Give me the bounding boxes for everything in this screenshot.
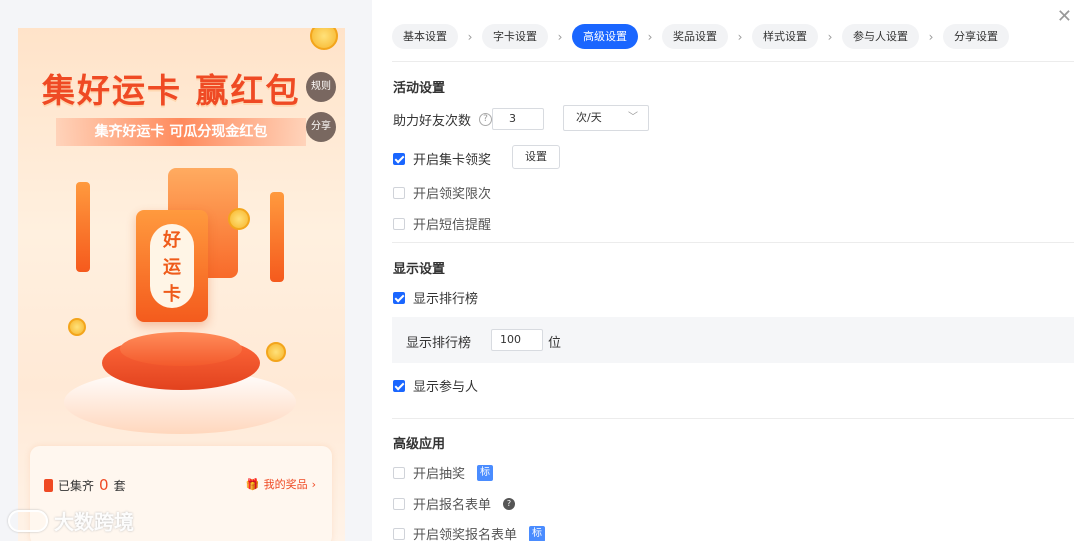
collected-status: 已集齐 0 套 <box>44 476 126 494</box>
lottery-label: 开启抽奖 <box>413 467 466 482</box>
step-style[interactable]: 样式设置 <box>752 24 818 49</box>
coin-decoration <box>266 342 286 362</box>
signup-form-label: 开启报名表单 <box>413 498 492 513</box>
share-button[interactable]: 分享 <box>306 112 336 142</box>
sms-checkbox[interactable] <box>393 217 405 230</box>
activity-section-title: 活动设置 <box>393 81 446 96</box>
help-friends-input[interactable]: 3 <box>492 108 544 130</box>
step-advanced[interactable]: 高级设置 <box>572 24 638 49</box>
display-section-title: 显示设置 <box>393 262 446 277</box>
frequency-select[interactable]: 次/天 ﹀ <box>563 105 649 131</box>
chevron-right-icon: › <box>827 29 833 44</box>
lucky-card-text: 好 运 卡 <box>150 224 194 308</box>
chevron-right-icon: › <box>557 29 563 44</box>
prize-signup-form-checkbox[interactable] <box>393 527 405 540</box>
show-participants-checkbox[interactable] <box>393 379 405 392</box>
watermark: 大数跨境 <box>8 506 134 535</box>
preview-title: 集好运卡 赢红包 <box>42 71 301 110</box>
question-icon[interactable]: ? <box>479 113 493 126</box>
advanced-section-title: 高级应用 <box>393 437 446 452</box>
gift-icon: 🎁 <box>245 477 260 491</box>
prize-limit-row[interactable]: 开启领奖限次 <box>393 183 491 202</box>
step-card[interactable]: 字卡设置 <box>482 24 548 49</box>
divider <box>392 61 1074 62</box>
show-participants-row[interactable]: 显示参与人 <box>393 376 478 395</box>
show-leaderboard-row[interactable]: 显示排行榜 <box>393 288 478 307</box>
help-friends-row: 助力好友次数 ? <box>393 110 493 129</box>
podium-top <box>120 332 242 366</box>
coin-decoration <box>310 28 338 50</box>
chevron-right-icon: › <box>647 29 653 44</box>
coin-decoration <box>228 208 250 230</box>
rules-button[interactable]: 规则 <box>306 72 336 102</box>
collect-prize-label: 开启集卡领奖 <box>413 153 492 168</box>
close-icon[interactable]: ✕ <box>1057 8 1072 26</box>
tag-badge: 标 <box>477 464 494 481</box>
chevron-right-icon: › <box>737 29 743 44</box>
divider <box>392 242 1074 243</box>
phone-preview: 集好运卡 赢红包 规则 集齐好运卡 可瓜分现金红包 分享 好 运 卡 已集齐 0… <box>18 28 345 541</box>
show-participants-label: 显示参与人 <box>413 380 479 395</box>
prize-limit-label: 开启领奖限次 <box>413 187 492 202</box>
step-basic[interactable]: 基本设置 <box>392 24 458 49</box>
chevron-right-icon: › <box>311 477 316 491</box>
sms-label: 开启短信提醒 <box>413 218 492 233</box>
collect-prize-checkbox[interactable] <box>393 152 405 165</box>
prize-signup-form-row[interactable]: 开启领奖报名表单 标 <box>393 524 546 541</box>
chevron-right-icon: › <box>928 29 934 44</box>
step-participant[interactable]: 参与人设置 <box>842 24 919 49</box>
signup-form-row[interactable]: 开启报名表单 ? <box>393 494 516 513</box>
prize-signup-form-label: 开启领奖报名表单 <box>413 528 518 541</box>
chevron-right-icon: › <box>467 29 473 44</box>
show-leaderboard-label: 显示排行榜 <box>413 292 479 307</box>
card-decoration <box>76 182 90 272</box>
card-icon <box>44 478 53 492</box>
collect-settings-button[interactable]: 设置 <box>512 145 560 169</box>
signup-form-checkbox[interactable] <box>393 497 405 510</box>
lottery-checkbox[interactable] <box>393 466 405 479</box>
leaderboard-unit: 位 <box>548 336 562 351</box>
question-icon[interactable]: ? <box>503 497 516 510</box>
coin-decoration <box>68 318 86 336</box>
collect-prize-row[interactable]: 开启集卡领奖 <box>393 149 491 168</box>
lottery-row[interactable]: 开启抽奖 标 <box>393 463 494 482</box>
show-leaderboard-checkbox[interactable] <box>393 291 405 304</box>
divider <box>392 418 1074 419</box>
sms-row[interactable]: 开启短信提醒 <box>393 214 491 233</box>
leaderboard-count-input[interactable]: 100 <box>491 329 543 351</box>
my-prize-label: 我的奖品 <box>263 478 308 491</box>
watermark-logo-icon <box>8 509 48 532</box>
lucky-card-image: 好 运 卡 <box>136 210 208 322</box>
prize-limit-checkbox[interactable] <box>393 186 405 199</box>
step-share[interactable]: 分享设置 <box>943 24 1009 49</box>
card-decoration <box>270 192 284 282</box>
help-friends-label: 助力好友次数 <box>393 114 472 129</box>
step-prize[interactable]: 奖品设置 <box>662 24 728 49</box>
collected-count: 0 <box>99 476 109 494</box>
chevron-down-icon: ﹀ <box>628 112 638 123</box>
step-nav: 基本设置 › 字卡设置 › 高级设置 › 奖品设置 › 样式设置 › 参与人设置… <box>392 24 1009 49</box>
leaderboard-count-label: 显示排行榜 <box>406 336 472 351</box>
preview-subtitle: 集齐好运卡 可瓜分现金红包 <box>56 118 306 146</box>
tag-badge: 标 <box>529 525 546 541</box>
my-prize-link[interactable]: 🎁 我的奖品 › <box>246 476 316 492</box>
